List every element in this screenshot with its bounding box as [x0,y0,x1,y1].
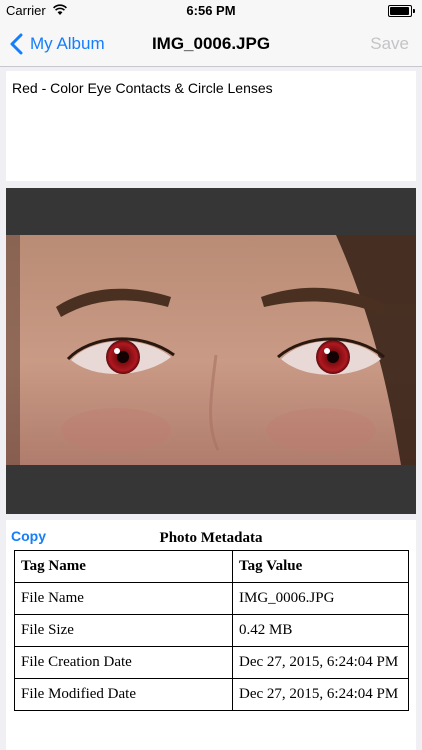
tag-name-cell: File Modified Date [14,678,233,711]
caption-text: Red - Color Eye Contacts & Circle Lenses [12,80,273,96]
battery-icon [388,5,415,17]
status-bar: Carrier 6:56 PM [0,0,422,22]
clock: 6:56 PM [186,3,236,18]
page-title: IMG_0006.JPG [151,34,271,53]
navigation-bar: My Album IMG_0006.JPG Save [0,22,422,67]
table-row: File Name IMG_0006.JPG [14,582,409,615]
save-button[interactable]: Save [370,34,409,54]
column-header-tag-name: Tag Name [14,550,233,583]
metadata-title: Photo Metadata [159,530,263,546]
photo-viewer[interactable] [6,188,416,514]
photo-image [6,235,416,465]
metadata-table: Tag Name Tag Value File Name IMG_0006.JP… [14,550,409,711]
table-header-row: Tag Name Tag Value [14,550,409,583]
tag-name-cell: File Creation Date [14,646,233,679]
table-row: File Creation Date Dec 27, 2015, 6:24:04… [14,646,409,679]
tag-name-cell: File Size [14,614,233,647]
tag-value-cell: Dec 27, 2015, 6:24:04 PM [232,646,409,679]
metadata-panel: Copy Photo Metadata Tag Name Tag Value F… [6,520,416,750]
column-header-tag-value: Tag Value [232,550,409,583]
table-row: File Size 0.42 MB [14,614,409,647]
tag-value-cell: Dec 27, 2015, 6:24:04 PM [232,678,409,711]
tag-name-cell: File Name [14,582,233,615]
tag-value-cell: 0.42 MB [232,614,409,647]
caption-text-area[interactable]: Red - Color Eye Contacts & Circle Lenses [6,71,416,181]
tag-value-cell: IMG_0006.JPG [232,582,409,615]
table-row: File Modified Date Dec 27, 2015, 6:24:04… [14,678,409,711]
